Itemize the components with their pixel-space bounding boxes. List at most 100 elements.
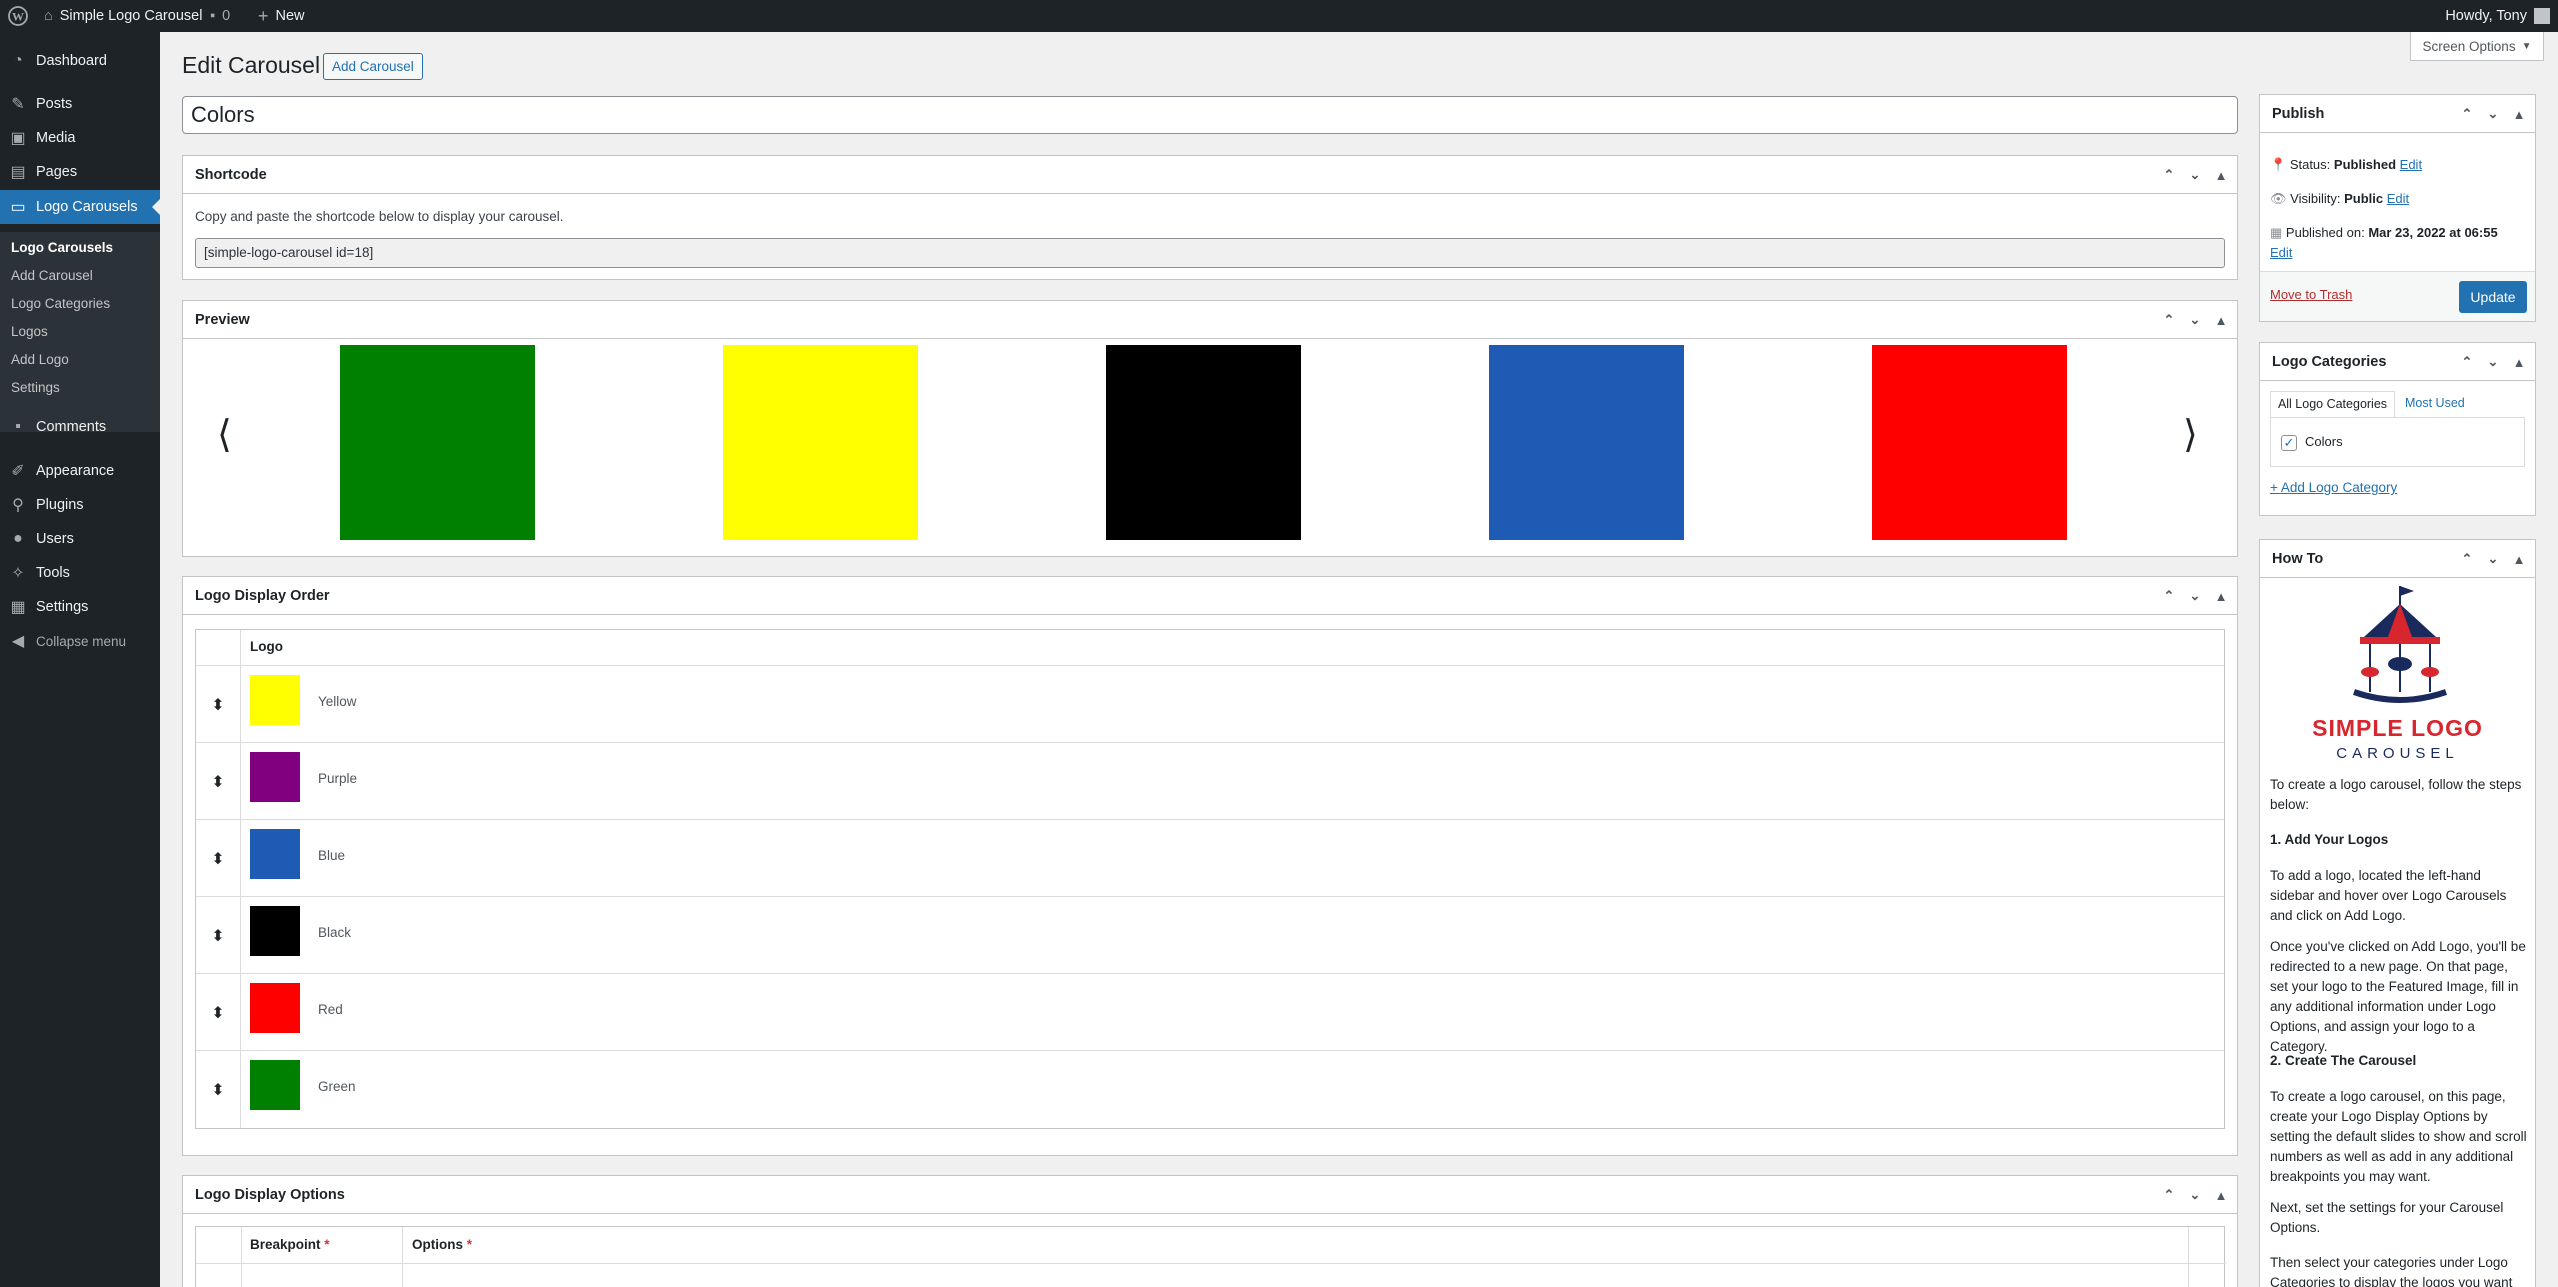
publish-actions: Move to Trash Update bbox=[2260, 271, 2535, 321]
shortcode-box: Shortcode ⌃ ⌄ ▲ Copy and paste the short… bbox=[182, 155, 2238, 280]
table-row[interactable]: ⬍ Red bbox=[196, 973, 2224, 1051]
pin-icon: 📍 bbox=[2270, 157, 2287, 172]
toggle-panel-icon[interactable]: ▲ bbox=[2213, 313, 2229, 328]
sidebar-item-pages[interactable]: ▤ Pages bbox=[0, 155, 160, 189]
dashboard-icon: ◔ bbox=[13, 52, 23, 69]
sidebar-item-logo-carousels[interactable]: ▭ Logo Carousels bbox=[0, 190, 160, 224]
publish-header: Publish ⌃ ⌄ ▲ bbox=[2260, 95, 2535, 133]
drag-handle-icon[interactable]: ⬍ bbox=[196, 820, 241, 897]
status-label: Status: bbox=[2289, 157, 2331, 172]
edit-status-link[interactable]: Edit bbox=[2400, 157, 2422, 172]
move-down-icon[interactable]: ⌄ bbox=[2187, 1187, 2203, 1203]
logo-name: Yellow bbox=[318, 694, 357, 709]
admin-sidebar: ◔ Dashboard ✎ Posts ▣ Media ▤ Pages ▭ Logo Ca… bbox=[0, 32, 161, 1287]
site-name-link[interactable]: ⌂ Simple Logo Carousel bbox=[44, 0, 202, 32]
move-up-icon[interactable]: ⌃ bbox=[2459, 106, 2475, 122]
logo-name: Purple bbox=[318, 771, 358, 786]
toggle-panel-icon[interactable]: ▲ bbox=[2213, 168, 2229, 183]
move-down-icon[interactable]: ⌄ bbox=[2187, 588, 2203, 604]
drag-handle-icon[interactable]: ⬍ bbox=[196, 1051, 241, 1128]
move-to-trash-link[interactable]: Move to Trash bbox=[2270, 287, 2352, 302]
carousel-next-arrow[interactable]: ⟩ bbox=[2183, 412, 2198, 457]
drag-handle-icon[interactable]: ⬍ bbox=[196, 743, 241, 820]
move-up-icon[interactable]: ⌃ bbox=[2161, 1187, 2177, 1203]
carousel-prev-arrow[interactable]: ⟨ bbox=[217, 412, 232, 457]
toggle-panel-icon[interactable]: ▲ bbox=[2511, 552, 2527, 567]
logo-thumbnail bbox=[250, 983, 300, 1033]
logo-categories-header: Logo Categories ⌃ ⌄ ▲ bbox=[2260, 343, 2535, 381]
logo-name: Blue bbox=[318, 848, 346, 863]
table-row[interactable]: ⬍ Black bbox=[196, 896, 2224, 974]
logo-categories-title: Logo Categories bbox=[2272, 353, 2387, 370]
display-options-table: Breakpoint * Options * bbox=[195, 1226, 2226, 1287]
status-line: 📍 Status: Published Edit bbox=[2270, 155, 2422, 175]
submenu-settings[interactable]: Settings bbox=[11, 380, 60, 395]
tab-all-logo-categories[interactable]: All Logo Categories bbox=[2270, 391, 2395, 417]
move-up-icon[interactable]: ⌃ bbox=[2459, 551, 2475, 567]
move-down-icon[interactable]: ⌄ bbox=[2485, 106, 2501, 122]
sidebar-item-settings[interactable]: ▦ Settings bbox=[0, 590, 160, 624]
logo-wordmark-line2: CAROUSEL bbox=[2336, 745, 2459, 762]
wordpress-logo-icon[interactable]: W bbox=[8, 0, 28, 32]
move-down-icon[interactable]: ⌄ bbox=[2485, 551, 2501, 567]
edit-visibility-link[interactable]: Edit bbox=[2387, 191, 2409, 206]
move-down-icon[interactable]: ⌄ bbox=[2187, 167, 2203, 183]
move-down-icon[interactable]: ⌄ bbox=[2187, 312, 2203, 328]
add-logo-category-link[interactable]: + Add Logo Category bbox=[2270, 480, 2397, 495]
drag-handle-icon[interactable]: ⬍ bbox=[196, 897, 241, 974]
submenu-add-carousel[interactable]: Add Carousel bbox=[11, 268, 93, 283]
submenu-logo-categories[interactable]: Logo Categories bbox=[11, 296, 110, 311]
how-to-header: How To ⌃ ⌄ ▲ bbox=[2260, 540, 2535, 578]
carousel-title-input[interactable]: Colors bbox=[182, 96, 2238, 134]
account-menu[interactable]: Howdy, Tony bbox=[2445, 0, 2550, 32]
wrench-icon: ✧ bbox=[11, 565, 25, 582]
move-up-icon[interactable]: ⌃ bbox=[2459, 354, 2475, 370]
table-row[interactable]: ⬍ Blue bbox=[196, 819, 2224, 897]
move-up-icon[interactable]: ⌃ bbox=[2161, 167, 2177, 183]
sidebar-item-posts[interactable]: ✎ Posts bbox=[0, 87, 160, 121]
submenu-logos[interactable]: Logos bbox=[11, 324, 48, 339]
toggle-panel-icon[interactable]: ▲ bbox=[2213, 589, 2229, 604]
toggle-panel-icon[interactable]: ▲ bbox=[2511, 107, 2527, 122]
table-row[interactable]: ⬍ Purple bbox=[196, 742, 2224, 820]
step2-paragraph1: To create a logo carousel, on this page,… bbox=[2270, 1089, 2527, 1184]
sidebar-item-appearance[interactable]: ✐ Appearance bbox=[0, 454, 160, 488]
how-to-title: How To bbox=[2272, 550, 2324, 567]
drag-handle-icon[interactable]: ⬍ bbox=[196, 666, 241, 743]
submenu-logo-carousels[interactable]: Logo Carousels bbox=[11, 240, 113, 255]
toggle-panel-icon[interactable]: ▲ bbox=[2511, 355, 2527, 370]
update-button[interactable]: Update bbox=[2459, 281, 2527, 313]
submenu-add-logo[interactable]: Add Logo bbox=[11, 352, 69, 367]
sidebar-collapse-menu[interactable]: ◀ Collapse menu bbox=[0, 624, 160, 658]
tab-most-used[interactable]: Most Used bbox=[2405, 391, 2465, 416]
add-carousel-button[interactable]: Add Carousel bbox=[323, 53, 423, 80]
shortcode-field[interactable]: [simple-logo-carousel id=18] bbox=[195, 238, 2225, 268]
publish-title: Publish bbox=[2272, 105, 2325, 122]
table-row[interactable]: ⬍ Yellow bbox=[196, 665, 2224, 743]
move-up-icon[interactable]: ⌃ bbox=[2161, 312, 2177, 328]
move-up-icon[interactable]: ⌃ bbox=[2161, 588, 2177, 604]
sidebar-item-label: Media bbox=[36, 130, 76, 146]
sidebar-item-tools[interactable]: ✧ Tools bbox=[0, 556, 160, 590]
edit-date-link[interactable]: Edit bbox=[2270, 243, 2292, 263]
step2-paragraph2: Next, set the settings for your Carousel… bbox=[2270, 1200, 2504, 1235]
caret-down-icon: ▼ bbox=[2521, 40, 2532, 52]
admin-bar: W ⌂ Simple Logo Carousel ▪ 0 + New Howdy… bbox=[0, 0, 2558, 32]
sidebar-item-dashboard[interactable]: ◔ Dashboard bbox=[0, 44, 160, 78]
sidebar-item-media[interactable]: ▣ Media bbox=[0, 121, 160, 155]
table-row[interactable]: ⬍ Green bbox=[196, 1050, 2224, 1128]
new-content-link[interactable]: + New bbox=[258, 0, 305, 32]
screen-options-button[interactable]: Screen Options ▼ bbox=[2410, 32, 2544, 61]
category-checkbox[interactable]: ✓ bbox=[2281, 435, 2297, 451]
logo-thumbnail bbox=[250, 752, 300, 802]
move-down-icon[interactable]: ⌄ bbox=[2485, 354, 2501, 370]
comments-link[interactable]: ▪ 0 bbox=[210, 0, 230, 32]
sidebar-item-comments[interactable]: ▪ Comments bbox=[0, 410, 160, 444]
sidebar-item-plugins[interactable]: ⚲ Plugins bbox=[0, 488, 160, 522]
drag-handle-icon[interactable]: ⬍ bbox=[196, 974, 241, 1051]
preview-box: Preview ⌃ ⌄ ▲ ⟨ ⟩ bbox=[182, 300, 2238, 557]
toggle-panel-icon[interactable]: ▲ bbox=[2213, 1188, 2229, 1203]
sidebar-item-users[interactable]: ● Users bbox=[0, 522, 160, 556]
category-checklist: ✓ Colors bbox=[2270, 417, 2525, 467]
publish-box: Publish ⌃ ⌄ ▲ 📍 Status: Published Edit 👁… bbox=[2259, 94, 2536, 322]
